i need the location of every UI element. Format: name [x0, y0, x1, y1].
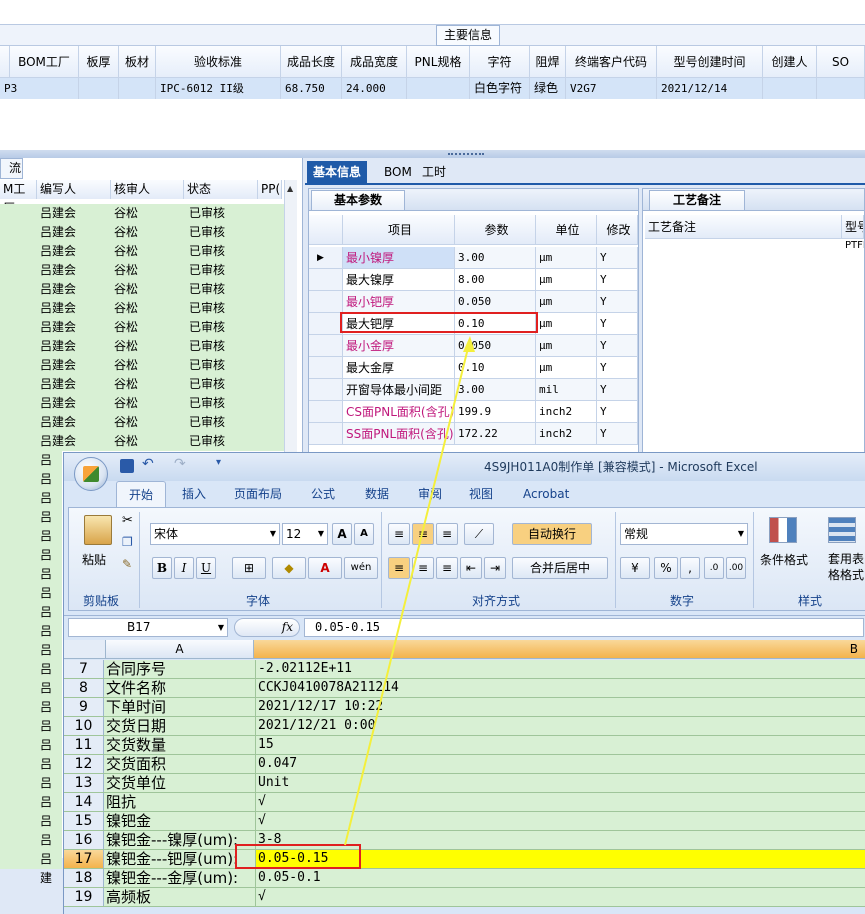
- arrow-head: [463, 336, 475, 352]
- annotation-arrow: [344, 336, 475, 846]
- arrow-line: [344, 339, 471, 846]
